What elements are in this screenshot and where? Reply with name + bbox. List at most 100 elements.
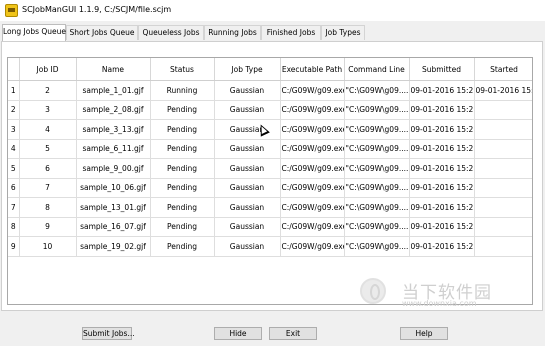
table-row[interactable]: 5 6 sample_9_00.gjf Pending Gaussian C:/G09W/… — [8, 158, 532, 179]
command-line-cell[interactable]: "C:\G09W\g09.... — [344, 178, 410, 198]
executable-path-cell[interactable]: C:/G09W/g09.exe — [280, 178, 345, 198]
table-row[interactable]: 4 5 sample_6_11.gjf Pending Gaussian C:/G09W/… — [8, 139, 532, 159]
executable-path-cell[interactable]: C:/G09W/g09.exe — [280, 197, 345, 218]
job-type-cell[interactable]: Gaussian — [214, 119, 281, 140]
status-cell[interactable]: Pending — [150, 139, 215, 159]
submitted-cell[interactable]: 09-01-2016 15:2... — [409, 236, 475, 257]
status-cell[interactable]: Pending — [150, 158, 215, 179]
submitted-cell[interactable]: 09-01-2016 15:2... — [409, 119, 475, 140]
jobs-table[interactable]: Job ID Name Status Job Type Executable P… — [7, 57, 533, 305]
job-id-cell[interactable]: 5 — [19, 139, 77, 159]
status-cell[interactable]: Pending — [150, 178, 215, 198]
submitted-cell[interactable]: 09-01-2016 15:2... — [409, 139, 475, 159]
submitted-cell[interactable]: 09-01-2016 15:2... — [409, 178, 475, 198]
job-type-cell[interactable]: Gaussian — [214, 139, 281, 159]
submitted-cell[interactable]: 09-01-2016 15:2... — [409, 197, 475, 218]
tab-short-jobs-queue[interactable]: Short Jobs Queue — [66, 25, 138, 40]
started-cell[interactable]: 09-01-2016 15:2... — [474, 80, 532, 101]
job-type-cell[interactable]: Gaussian — [214, 236, 281, 257]
column-header-name[interactable]: Name — [76, 58, 151, 81]
help-button[interactable]: Help — [400, 327, 448, 340]
exit-button[interactable]: Exit — [269, 327, 317, 340]
name-cell[interactable]: sample_6_11.gjf — [76, 139, 151, 159]
name-cell[interactable]: sample_16_07.gjf — [76, 217, 151, 237]
column-header-started[interactable]: Started — [474, 58, 532, 81]
tab-long-jobs-queue[interactable]: Long Jobs Queue — [2, 24, 66, 41]
name-cell[interactable]: sample_3_13.gjf — [76, 119, 151, 140]
started-cell[interactable] — [474, 236, 532, 257]
submit-jobs-button[interactable]: Submit Jobs... — [82, 327, 135, 340]
table-row[interactable]: 9 10 sample_19_02.gjf Pending Gaussian C:/G09… — [8, 236, 532, 257]
job-type-cell[interactable]: Gaussian — [214, 178, 281, 198]
column-header-command-line[interactable]: Command Line — [344, 58, 410, 81]
job-id-cell[interactable]: 3 — [19, 100, 77, 120]
name-cell[interactable]: sample_13_01.gjf — [76, 197, 151, 218]
job-id-cell[interactable]: 9 — [19, 217, 77, 237]
tab-queueless-jobs[interactable]: Queueless Jobs — [138, 25, 204, 40]
hide-button[interactable]: Hide — [214, 327, 262, 340]
executable-path-cell[interactable]: C:/G09W/g09.exe — [280, 119, 345, 140]
table-row[interactable]: 3 4 sample_3_13.gjf Pending Gaussian C:/G09W/… — [8, 119, 532, 140]
job-id-cell[interactable]: 6 — [19, 158, 77, 179]
command-line-cell[interactable]: "C:\G09W\g09.... — [344, 80, 410, 101]
started-cell[interactable] — [474, 178, 532, 198]
tab-running-jobs[interactable]: Running Jobs — [204, 25, 261, 40]
column-header-job-id[interactable]: Job ID — [19, 58, 77, 81]
started-cell[interactable] — [474, 100, 532, 120]
job-type-cell[interactable]: Gaussian — [214, 80, 281, 101]
status-cell[interactable]: Pending — [150, 100, 215, 120]
job-type-cell[interactable]: Gaussian — [214, 197, 281, 218]
command-line-cell[interactable]: "C:\G09W\g09.... — [344, 236, 410, 257]
name-cell[interactable]: sample_1_01.gjf — [76, 80, 151, 101]
started-cell[interactable] — [474, 197, 532, 218]
submitted-cell[interactable]: 09-01-2016 15:2... — [409, 80, 475, 101]
status-cell[interactable]: Pending — [150, 119, 215, 140]
table-row[interactable]: 2 3 sample_2_08.gjf Pending Gaussian C:/G09W/… — [8, 100, 532, 120]
tab-finished-jobs[interactable]: Finished Jobs — [261, 25, 321, 40]
status-cell[interactable]: Pending — [150, 197, 215, 218]
table-row[interactable]: 8 9 sample_16_07.gjf Pending Gaussian C:/G09W… — [8, 217, 532, 237]
status-cell[interactable]: Pending — [150, 236, 215, 257]
started-cell[interactable] — [474, 158, 532, 179]
job-id-cell[interactable]: 4 — [19, 119, 77, 140]
command-line-cell[interactable]: "C:\G09W\g09.... — [344, 119, 410, 140]
job-id-cell[interactable]: 8 — [19, 197, 77, 218]
executable-path-cell[interactable]: C:/G09W/g09.exe — [280, 217, 345, 237]
name-cell[interactable]: sample_19_02.gjf — [76, 236, 151, 257]
executable-path-cell[interactable]: C:/G09W/g09.exe — [280, 158, 345, 179]
column-header-executable-path[interactable]: Executable Path — [280, 58, 345, 81]
column-header-status[interactable]: Status — [150, 58, 215, 81]
column-header-job-type[interactable]: Job Type — [214, 58, 281, 81]
command-line-cell[interactable]: "C:\G09W\g09.... — [344, 158, 410, 179]
name-cell[interactable]: sample_10_06.gjf — [76, 178, 151, 198]
started-cell[interactable] — [474, 119, 532, 140]
command-line-cell[interactable]: "C:\G09W\g09.... — [344, 197, 410, 218]
executable-path-cell[interactable]: C:/G09W/g09.exe — [280, 139, 345, 159]
executable-path-cell[interactable]: C:/G09W/g09.exe — [280, 236, 345, 257]
status-cell[interactable]: Running — [150, 80, 215, 101]
tab-job-types[interactable]: Job Types — [321, 25, 365, 40]
job-type-cell[interactable]: Gaussian — [214, 217, 281, 237]
command-line-cell[interactable]: "C:\G09W\g09.... — [344, 139, 410, 159]
column-header-submitted[interactable]: Submitted — [409, 58, 475, 81]
job-type-cell[interactable]: Gaussian — [214, 158, 281, 179]
command-line-cell[interactable]: "C:\G09W\g09.... — [344, 217, 410, 237]
submitted-cell[interactable]: 09-01-2016 15:2... — [409, 100, 475, 120]
job-id-cell[interactable]: 10 — [19, 236, 77, 257]
started-cell[interactable] — [474, 217, 532, 237]
status-cell[interactable]: Pending — [150, 217, 215, 237]
executable-path-cell[interactable]: C:/G09W/g09.exe — [280, 100, 345, 120]
started-cell[interactable] — [474, 139, 532, 159]
job-id-cell[interactable]: 2 — [19, 80, 77, 101]
submitted-cell[interactable]: 09-01-2016 15:2... — [409, 217, 475, 237]
table-row[interactable]: 7 8 sample_13_01.gjf Pending Gaussian C:/G09W… — [8, 197, 532, 218]
table-row[interactable]: 6 7 sample_10_06.gjf Pending Gaussian C:/G09W… — [8, 178, 532, 198]
submitted-cell[interactable]: 09-01-2016 15:2... — [409, 158, 475, 179]
name-cell[interactable]: sample_2_08.gjf — [76, 100, 151, 120]
job-id-cell[interactable]: 7 — [19, 178, 77, 198]
job-type-cell[interactable]: Gaussian — [214, 100, 281, 120]
executable-path-cell[interactable]: C:/G09W/g09.exe — [280, 80, 345, 101]
name-cell[interactable]: sample_9_00.gjf — [76, 158, 151, 179]
table-row[interactable]: 1 2 sample_1_01.gjf Running Gaussian C:/G09W/… — [8, 80, 532, 101]
command-line-cell[interactable]: "C:\G09W\g09.... — [344, 100, 410, 120]
